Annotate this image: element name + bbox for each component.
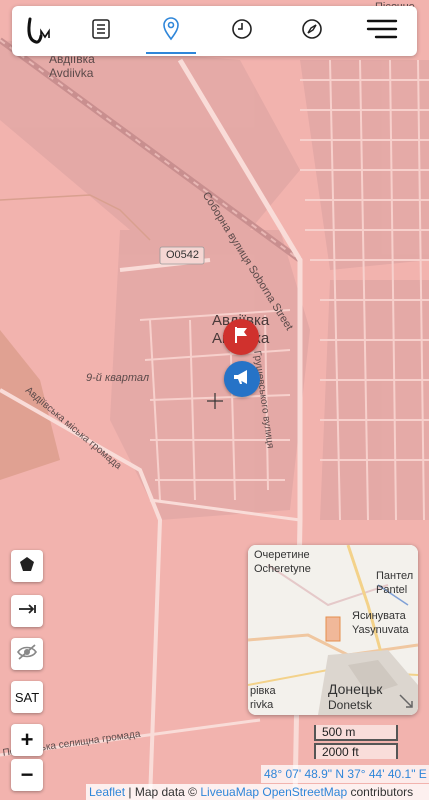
scale-imperial: 2000 ft	[314, 743, 398, 759]
map-label-kvartal: 9-й квартал	[86, 372, 150, 384]
pentagon-icon	[19, 556, 35, 577]
minimap-label-yasynuvata-uk: Ясинувата	[352, 610, 406, 622]
measure-distance-button[interactable]	[11, 595, 43, 627]
map-label-road-code: O0542	[166, 249, 200, 261]
tab-menu[interactable]	[347, 6, 417, 56]
clock-icon	[231, 18, 253, 45]
map-label-avdiivka-en: Avdiivka	[49, 66, 94, 80]
document-icon	[91, 18, 111, 45]
minimap-label-donetsk-uk: Донецьк	[328, 681, 383, 697]
minimap-label-pantel-uk: Пантел	[376, 570, 414, 582]
attribution-contributors: contributors	[350, 785, 414, 799]
tab-explore[interactable]	[277, 6, 347, 56]
leaflet-link[interactable]: Leaflet	[89, 785, 125, 799]
minimap-label-donetsk-en: Donetsk	[328, 698, 373, 712]
megaphone-marker[interactable]	[224, 361, 260, 397]
liveuamap-link[interactable]: LiveuaMap	[200, 785, 259, 799]
minimap-label-pantel-en: Pantel	[376, 584, 408, 596]
minimap-label-rivka-uk: рівка	[250, 685, 276, 697]
minimap-label-ocheretyne-en: Ocheretyne	[254, 563, 311, 575]
flag-icon	[231, 325, 251, 350]
zoom-out-button[interactable]: −	[11, 759, 43, 791]
overview-minimap[interactable]: Очеретине Ocheretyne Пантел Pantel Ясину…	[248, 545, 418, 715]
cursor-coordinates: 48° 07' 48.9" N 37° 44' 40.1" E	[261, 765, 429, 783]
satellite-toggle-button[interactable]: SAT	[11, 681, 43, 713]
tab-news-list[interactable]	[66, 6, 136, 56]
megaphone-icon	[231, 366, 253, 393]
minimap-label-ocheretyne-uk: Очеретине	[254, 549, 310, 561]
tab-map[interactable]	[136, 6, 206, 56]
minimap-expand-icon[interactable]	[398, 695, 416, 713]
minimap-label-rivka-en: rivka	[250, 699, 274, 711]
flag-marker[interactable]	[223, 319, 259, 355]
scale-metric: 500 m	[314, 725, 398, 741]
measure-icon	[18, 602, 36, 621]
draw-polygon-button[interactable]	[11, 550, 43, 582]
top-nav-bar	[12, 6, 417, 56]
menu-icon	[366, 19, 398, 44]
tab-timeline[interactable]	[206, 6, 276, 56]
zoom-in-button[interactable]: +	[11, 724, 43, 756]
location-pin-icon	[162, 16, 180, 46]
toggle-overlay-button[interactable]	[11, 638, 43, 670]
map-attribution: Leaflet | Map data © LiveuaMap OpenStree…	[86, 784, 429, 800]
osm-link[interactable]: OpenStreetMap	[262, 785, 347, 799]
minimap-label-yasynuvata-en: Yasynuvata	[352, 624, 409, 636]
attribution-separator: | Map data ©	[125, 785, 201, 799]
app-logo[interactable]	[12, 6, 66, 56]
compass-icon	[301, 18, 323, 45]
eye-off-icon	[16, 643, 38, 666]
